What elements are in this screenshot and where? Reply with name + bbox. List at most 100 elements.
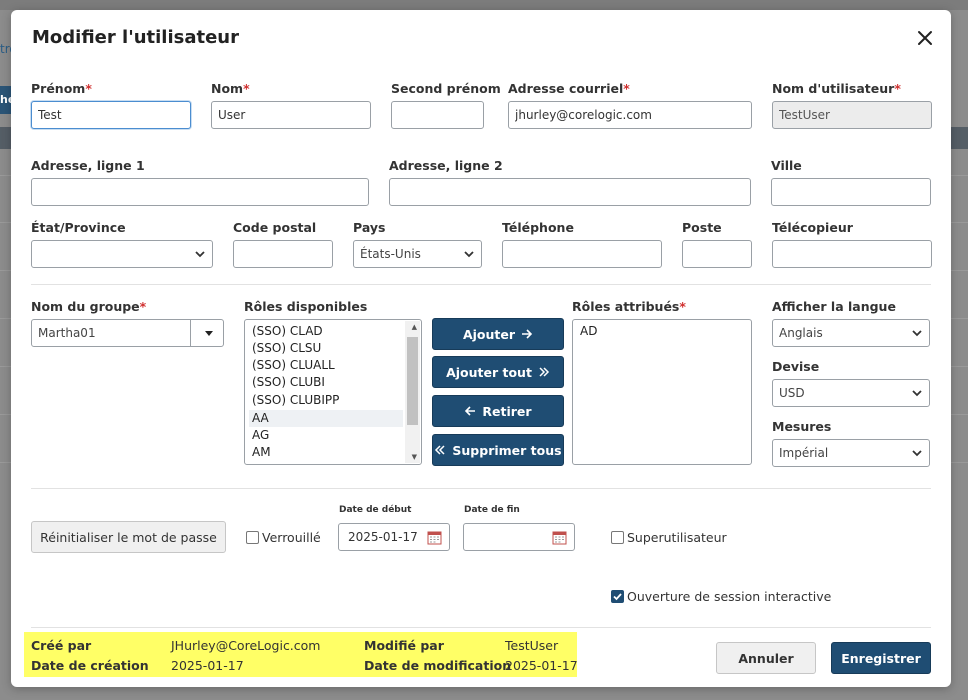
state-select[interactable] [31,240,213,268]
list-item[interactable]: AM [249,444,271,461]
postal-input[interactable] [233,240,333,268]
divider [31,284,931,285]
scrollbar-thumb[interactable] [407,337,418,425]
created-date-value: 2025-01-17 [171,658,244,673]
address1-input[interactable] [31,178,369,206]
country-select[interactable]: États-Unis [353,240,482,268]
list-item[interactable]: AD [577,323,597,340]
city-input[interactable] [771,178,931,206]
middle-name-label: Second prénom [391,81,501,96]
calendar-icon[interactable] [552,530,567,545]
remove-all-roles-label: Supprimer tous [452,442,562,458]
divider [31,627,931,628]
first-name-input[interactable] [31,101,191,129]
address2-input[interactable] [389,178,751,206]
list-item[interactable]: AA [249,410,403,427]
email-label: Adresse courriel* [508,81,630,96]
remove-all-roles-button[interactable]: Supprimer tous [432,434,564,466]
language-value: Anglais [779,326,823,340]
reset-password-button[interactable]: Réinitialiser le mot de passe [31,521,226,553]
remove-role-button[interactable]: Retirer [432,395,564,427]
address2-label: Adresse, ligne 2 [389,158,503,173]
modified-date-label: Date de modification [364,658,512,673]
currency-select[interactable]: USD [772,379,930,407]
available-roles-list[interactable]: (SSO) CLAD (SSO) CLSU (SSO) CLUALL (SSO)… [244,319,422,465]
arrow-left-icon [465,406,476,416]
group-label: Nom du groupe* [31,299,147,314]
group-combobox[interactable]: Martha01 [31,319,224,347]
modified-date-value: 2025-01-17 [505,658,578,673]
save-label: Enregistrer [841,650,921,666]
username-label: Nom d'utilisateur* [772,81,901,96]
created-date-label: Date de création [31,658,149,673]
combobox-divider [190,320,191,346]
divider [31,488,931,489]
scroll-down-icon[interactable]: ▼ [412,453,417,461]
phone-input[interactable] [502,240,662,268]
available-roles-label: Rôles disponibles [244,299,368,314]
list-item[interactable]: AG [249,427,269,444]
created-by-value: JHurley@CoreLogic.com [171,638,321,653]
first-name-label: Prénom* [31,81,92,96]
country-label: Pays [353,220,386,235]
assigned-roles-list[interactable]: AD [572,319,752,465]
language-label: Afficher la langue [772,299,896,314]
modal-title: Modifier l'utilisateur [32,27,239,48]
username-input [772,101,932,129]
phone-label: Téléphone [502,220,574,235]
arrow-right-icon [522,329,533,339]
start-date-value: 2025-01-17 [348,530,418,544]
add-all-roles-button[interactable]: Ajouter tout [432,356,564,388]
list-item[interactable]: (SSO) CLUALL [249,357,335,374]
last-name-input[interactable] [211,101,371,129]
double-chevron-right-icon [539,367,549,377]
add-role-button[interactable]: Ajouter [432,318,564,350]
list-item[interactable]: (SSO) CLUBIPP [249,392,339,409]
start-date-label: Date de début [339,505,412,515]
edit-user-modal: Modifier l'utilisateur Prénom* Nom* Seco… [11,10,951,687]
add-all-roles-label: Ajouter tout [446,364,532,380]
caret-down-icon[interactable] [204,330,214,338]
created-by-label: Créé par [31,638,92,653]
list-item[interactable]: (SSO) CLAD [249,323,323,340]
chevron-down-icon [464,251,474,258]
city-label: Ville [771,158,802,173]
extension-input[interactable] [682,240,752,268]
superuser-label: Superutilisateur [627,530,727,545]
extension-label: Poste [682,220,722,235]
superuser-checkbox[interactable] [611,531,624,544]
list-item[interactable]: (SSO) CLSU [249,340,321,357]
locked-checkbox[interactable] [246,531,259,544]
language-select[interactable]: Anglais [772,319,930,347]
chevron-down-icon [912,450,922,457]
measures-value: Impérial [779,446,829,460]
backdrop-topbar [0,0,968,10]
assigned-roles-label: Rôles attribués* [572,299,686,314]
end-date-label: Date de fin [464,505,520,515]
scroll-up-icon[interactable]: ▲ [412,323,417,331]
currency-label: Devise [772,359,820,374]
checkmark-icon [613,593,622,601]
last-name-label: Nom* [211,81,250,96]
interactive-login-checkbox[interactable] [611,590,624,603]
save-button[interactable]: Enregistrer [831,642,931,674]
start-date-input[interactable]: 2025-01-17 [338,523,450,551]
close-icon [918,31,932,45]
group-value: Martha01 [38,326,96,340]
address1-label: Adresse, ligne 1 [31,158,145,173]
calendar-icon[interactable] [427,530,442,545]
fax-input[interactable] [772,240,932,268]
state-label: État/Province [31,220,126,235]
list-item[interactable]: (SSO) CLUBI [249,374,325,391]
remove-role-label: Retirer [482,403,532,419]
email-input[interactable] [508,101,752,129]
postal-label: Code postal [233,220,317,235]
measures-select[interactable]: Impérial [772,439,930,467]
modified-by-label: Modifié par [364,638,444,653]
middle-name-input[interactable] [391,101,484,129]
modified-by-value: TestUser [505,638,559,653]
end-date-input[interactable] [463,523,575,551]
chevron-down-icon [912,330,922,337]
cancel-button[interactable]: Annuler [716,642,816,674]
close-button[interactable] [915,28,935,48]
